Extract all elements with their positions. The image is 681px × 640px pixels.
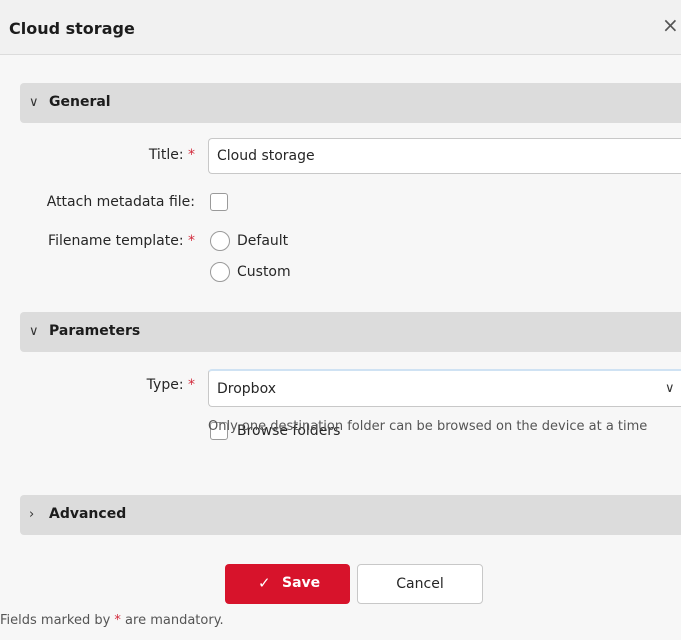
- mandatory-note: Fields marked by * are mandatory.: [0, 613, 224, 628]
- save-button[interactable]: ✓ Save: [225, 564, 350, 604]
- title-input[interactable]: Cloud storage: [208, 138, 681, 174]
- type-field-label: Type: *: [147, 377, 195, 393]
- section-parameters-header[interactable]: ∨ Parameters: [20, 312, 681, 352]
- section-general-title: General: [49, 94, 111, 110]
- mandatory-note-suffix: are mandatory.: [120, 613, 224, 628]
- required-mark: *: [188, 377, 195, 393]
- section-advanced-title: Advanced: [49, 506, 127, 522]
- browse-folders-hint: Only one destination folder can be brows…: [208, 419, 648, 434]
- type-select-value: Dropbox: [217, 381, 276, 397]
- filename-template-label-text: Filename template:: [48, 233, 184, 249]
- chevron-down-icon: ∨: [665, 381, 675, 396]
- radio-custom[interactable]: [210, 262, 230, 282]
- dialog-title: Cloud storage: [9, 19, 135, 38]
- radio-custom-label[interactable]: Custom: [237, 264, 291, 280]
- attach-metadata-label: Attach metadata file:: [46, 194, 195, 210]
- dialog-body: ∨ General Title: * Cloud storage Attach …: [0, 55, 681, 640]
- type-label-text: Type:: [146, 377, 184, 393]
- chevron-down-icon: ∨: [29, 95, 39, 110]
- radio-default[interactable]: [210, 231, 230, 251]
- type-select[interactable]: Dropbox ∨: [208, 369, 681, 407]
- filename-template-label: Filename template: *: [48, 233, 195, 249]
- attach-metadata-checkbox[interactable]: [210, 193, 228, 211]
- check-icon: ✓: [258, 574, 271, 592]
- title-field-label: Title: *: [149, 147, 195, 163]
- chevron-down-icon: ∨: [29, 324, 39, 339]
- required-mark: *: [188, 233, 195, 249]
- close-icon[interactable]: ×: [662, 14, 679, 36]
- mandatory-note-prefix: Fields marked by: [0, 613, 115, 628]
- save-button-label: Save: [282, 575, 321, 591]
- radio-default-label[interactable]: Default: [237, 233, 288, 249]
- dialog-header: Cloud storage ×: [0, 0, 681, 55]
- section-general-header[interactable]: ∨ General: [20, 83, 681, 123]
- required-mark: *: [188, 147, 195, 163]
- cancel-button[interactable]: Cancel: [357, 564, 483, 604]
- section-parameters-title: Parameters: [49, 323, 141, 339]
- chevron-right-icon: ›: [29, 507, 35, 522]
- section-advanced-header[interactable]: › Advanced: [20, 495, 681, 535]
- title-label-text: Title:: [148, 147, 184, 163]
